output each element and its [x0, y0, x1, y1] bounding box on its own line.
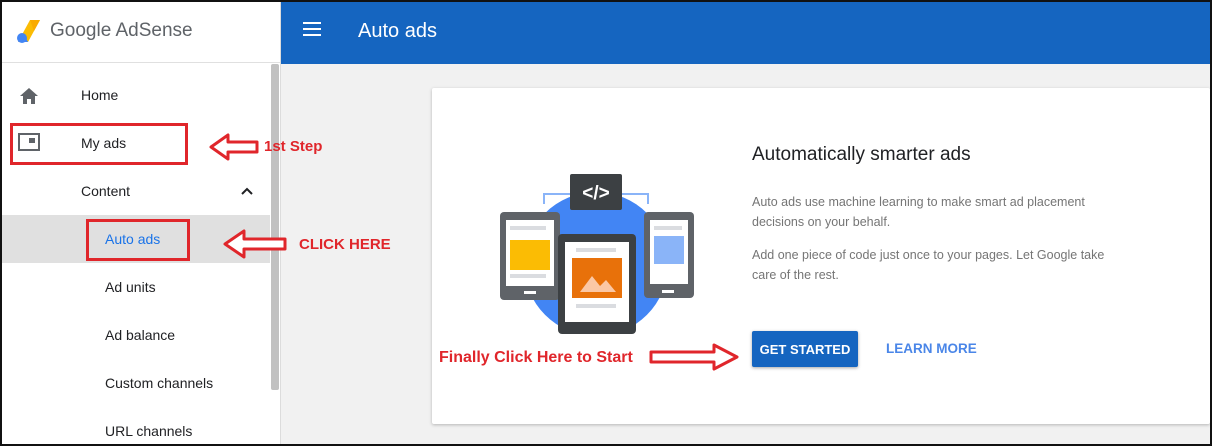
annotation-box-my-ads	[10, 123, 188, 165]
sidebar-item-label: Home	[81, 87, 119, 103]
sidebar-item-ad-units[interactable]: Ad units	[2, 263, 270, 311]
sidebar-item-custom-channels[interactable]: Custom channels	[2, 359, 270, 407]
app-window: Google AdSense Home My ads Content Auto …	[0, 0, 1212, 446]
top-app-bar: Auto ads	[281, 2, 1210, 64]
sidebar-item-label: Content	[81, 183, 131, 199]
page-title: Auto ads	[358, 20, 437, 42]
brand-name: Google AdSense	[50, 20, 193, 41]
sidebar-item-url-channels[interactable]: URL channels	[2, 407, 270, 444]
annotation-finally: Finally Click Here to Start	[439, 349, 633, 366]
sidebar-item-label: Custom channels	[105, 375, 214, 391]
code-icon: </>	[582, 183, 609, 204]
logo-row: Google AdSense	[2, 2, 280, 63]
get-started-button[interactable]: GET STARTED	[752, 331, 858, 367]
annotation-step1: 1st Step	[264, 138, 323, 155]
home-icon	[20, 88, 38, 104]
sidebar-item-ad-balance[interactable]: Ad balance	[2, 311, 270, 359]
sidebar-scrollbar[interactable]	[271, 64, 279, 390]
card-description-1: Auto ads use machine learning to make sm…	[752, 195, 1085, 229]
left-arrow-icon	[223, 229, 287, 259]
sidebar-item-content[interactable]: Content	[2, 167, 270, 215]
learn-more-link[interactable]: LEARN MORE	[886, 341, 977, 356]
annotation-box-auto-ads	[86, 219, 190, 261]
annotation-click-here: CLICK HERE	[299, 236, 391, 253]
menu-icon[interactable]	[303, 22, 325, 44]
sidebar-item-label: Ad units	[105, 279, 156, 295]
right-arrow-icon	[649, 343, 739, 371]
auto-ads-illustration: </>	[500, 174, 694, 334]
auto-ads-card: </> Automatically smarter ads Auto ads u…	[432, 88, 1210, 424]
card-description-2: Add one piece of code just once to your …	[752, 248, 1105, 282]
adsense-logo-icon	[17, 20, 40, 43]
sidebar-item-label: URL channels	[105, 423, 193, 439]
card-heading: Automatically smarter ads	[752, 144, 971, 165]
chevron-up-icon	[241, 187, 253, 195]
sidebar-item-home[interactable]: Home	[2, 71, 270, 119]
left-arrow-icon	[209, 133, 259, 161]
sidebar-item-label: Ad balance	[105, 327, 176, 343]
